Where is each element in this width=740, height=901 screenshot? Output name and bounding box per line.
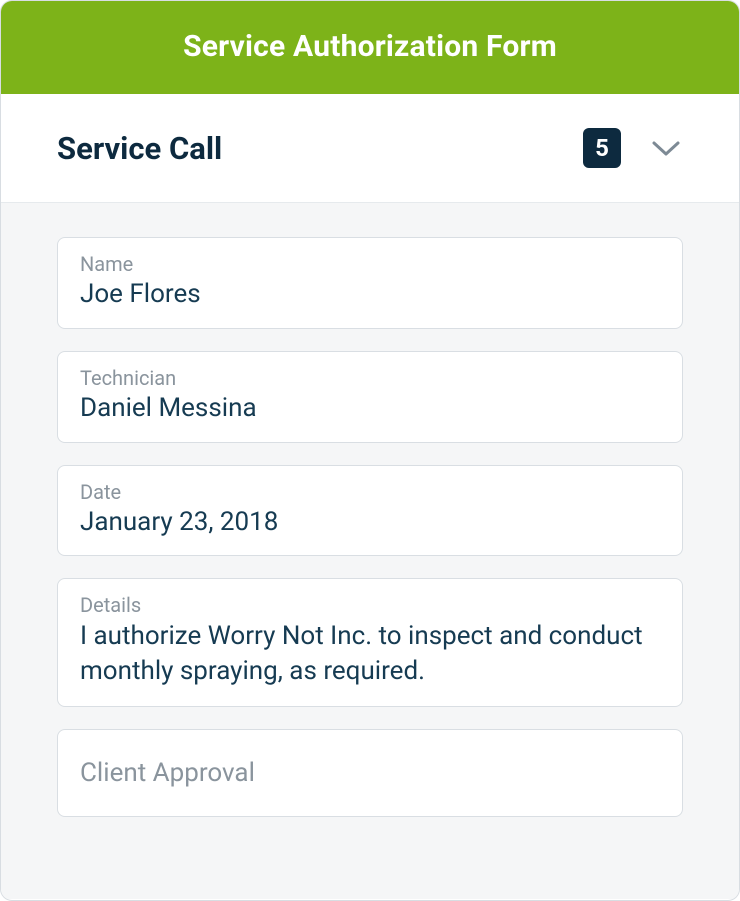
- details-value: I authorize Worry Not Inc. to inspect an…: [80, 619, 660, 689]
- form-card: Service Authorization Form Service Call …: [0, 0, 740, 901]
- client-approval-field[interactable]: Client Approval: [57, 729, 683, 817]
- chevron-down-icon[interactable]: [649, 131, 683, 165]
- details-field[interactable]: Details I authorize Worry Not Inc. to in…: [57, 578, 683, 706]
- date-label: Date: [80, 480, 660, 504]
- name-field[interactable]: Name Joe Flores: [57, 237, 683, 329]
- date-value: January 23, 2018: [80, 506, 660, 540]
- form-header: Service Authorization Form: [1, 1, 739, 94]
- details-label: Details: [80, 593, 660, 617]
- name-value: Joe Flores: [80, 278, 660, 312]
- technician-field[interactable]: Technician Daniel Messina: [57, 351, 683, 443]
- form-title: Service Authorization Form: [21, 29, 719, 64]
- section-count-badge: 5: [583, 128, 621, 168]
- date-field[interactable]: Date January 23, 2018: [57, 465, 683, 557]
- section-title: Service Call: [57, 130, 583, 167]
- technician-value: Daniel Messina: [80, 392, 660, 426]
- client-approval-placeholder: Client Approval: [80, 758, 660, 788]
- section-header[interactable]: Service Call 5: [1, 94, 739, 203]
- technician-label: Technician: [80, 366, 660, 390]
- form-body: Name Joe Flores Technician Daniel Messin…: [1, 203, 739, 899]
- name-label: Name: [80, 252, 660, 276]
